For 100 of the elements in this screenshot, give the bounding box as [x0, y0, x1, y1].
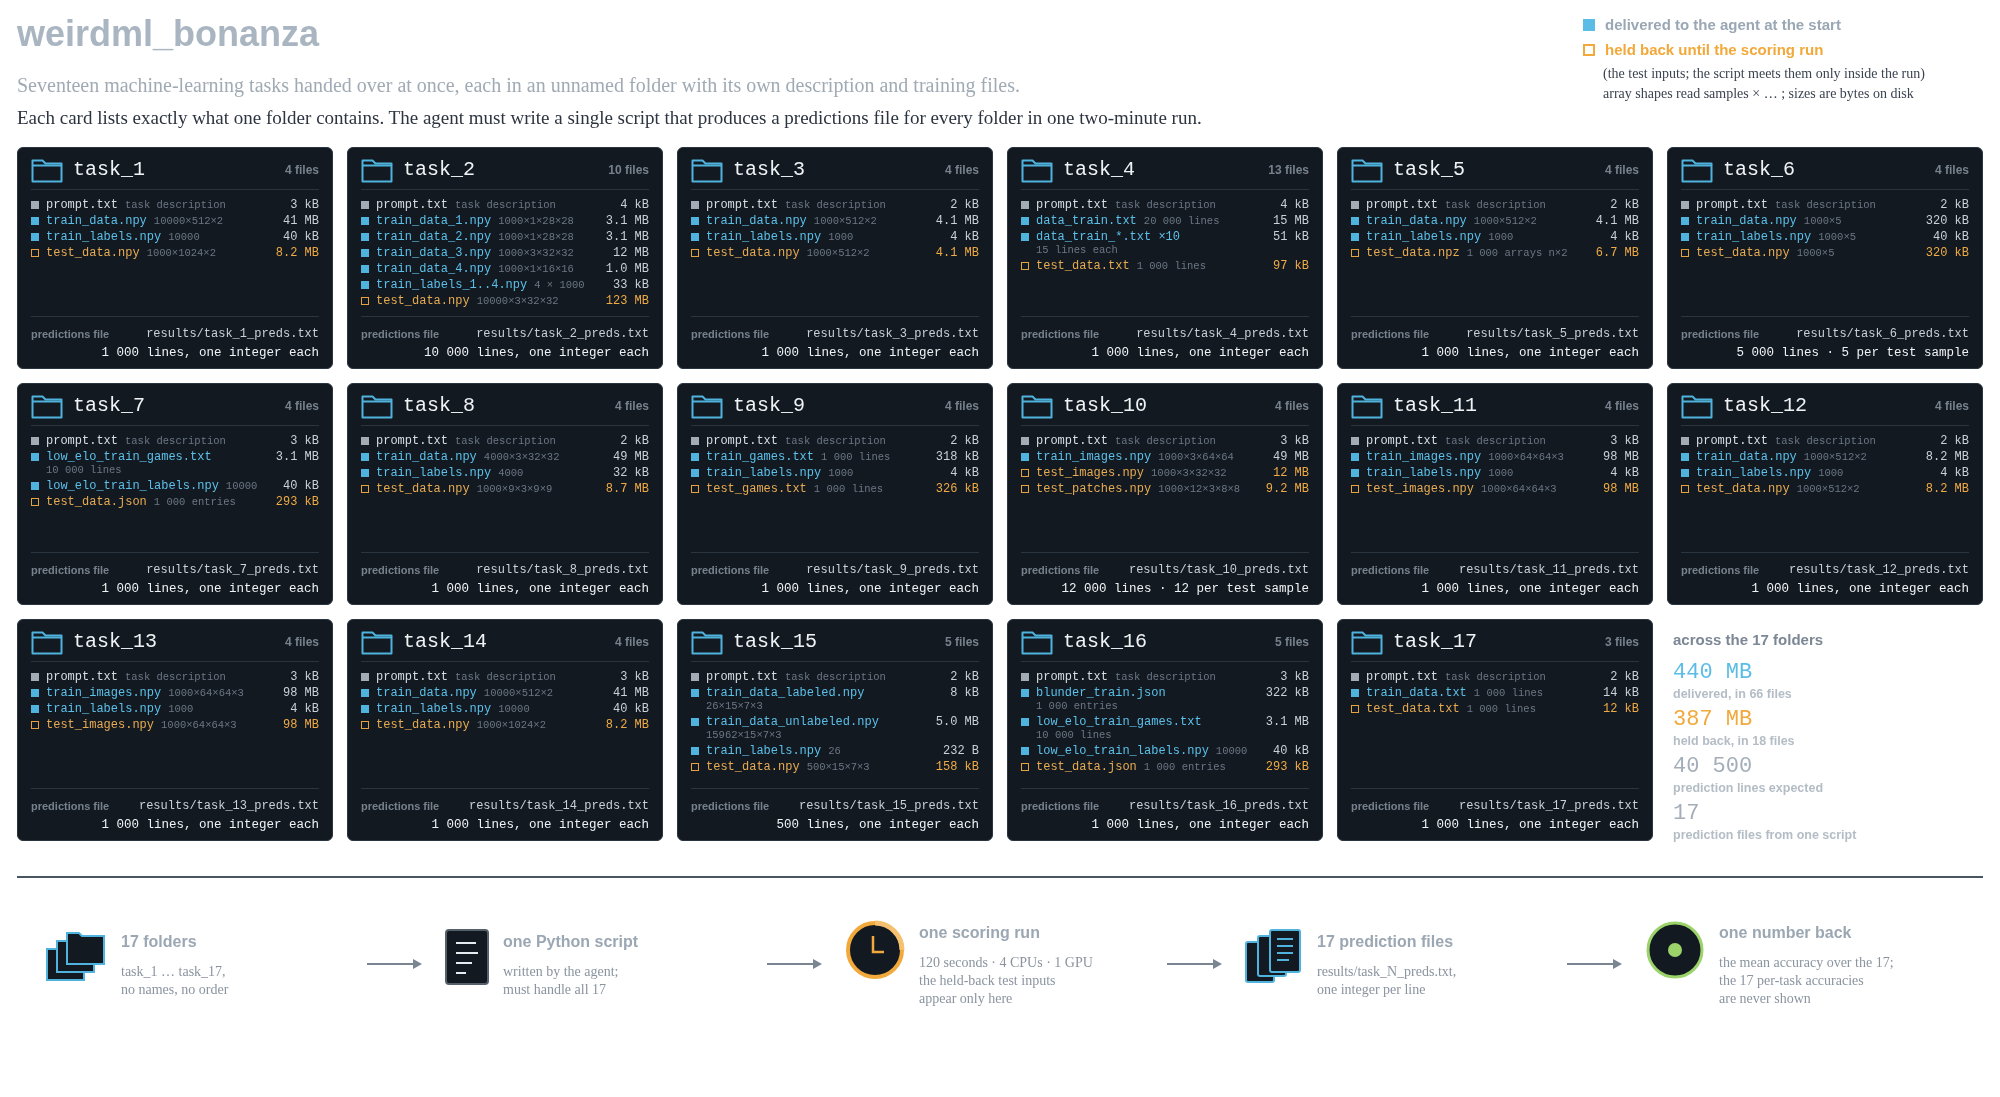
- file-note: 1000×64×64×3: [1481, 482, 1557, 495]
- file-size: 41 MB: [612, 684, 649, 701]
- square-icon: [361, 436, 369, 445]
- folder-name: task_1: [73, 158, 145, 182]
- square-icon: [361, 248, 369, 257]
- file-name: train_labels.npy: [706, 229, 822, 244]
- file-size: 4 kB: [289, 700, 319, 717]
- predictions-path: results/task_9_preds.txt: [806, 562, 979, 577]
- file-size: 4 kB: [1609, 228, 1639, 245]
- square-icon: [361, 280, 369, 289]
- predictions-lines: 1 000 lines, one integer each: [760, 345, 979, 360]
- file-note: 10000: [168, 230, 200, 243]
- predictions-path: results/task_10_preds.txt: [1128, 562, 1309, 577]
- file-note: 1000×3×32×32: [1151, 466, 1227, 479]
- file-name: train_data.npy: [706, 213, 807, 228]
- file-size: 3 kB: [1609, 432, 1639, 449]
- file-name: test_data.npy: [1696, 481, 1790, 496]
- file-size: 293 kB: [1264, 758, 1309, 775]
- file-size: 40 kB: [612, 700, 649, 717]
- stat-label: delivered, in 66 files: [1673, 686, 1793, 701]
- folder-name: task_17: [1393, 630, 1477, 654]
- square-icon: [691, 232, 699, 241]
- predictions-label: predictions file: [691, 563, 770, 576]
- square-icon: [31, 216, 39, 225]
- step-title: one number back: [1719, 923, 1853, 942]
- predictions-lines: 500 lines, one integer each: [775, 817, 979, 832]
- predictions-label: predictions file: [1681, 563, 1760, 576]
- file-count: 4 files: [944, 162, 979, 177]
- file-name: low_elo_train_games.txt: [1036, 714, 1202, 729]
- file-note: task description: [785, 198, 886, 211]
- predictions-label: predictions file: [1021, 563, 1100, 576]
- outline-square-icon: [1021, 762, 1029, 771]
- file-name: test_data.npz: [1366, 245, 1460, 260]
- folder-name: task_10: [1063, 394, 1147, 418]
- folder-name: task_11: [1393, 394, 1477, 418]
- predictions-path: results/task_17_preds.txt: [1458, 798, 1639, 813]
- file-note: task description: [1115, 434, 1216, 447]
- file-size: 12 MB: [612, 244, 649, 261]
- file-note: task description: [1775, 198, 1876, 211]
- document-icon: [445, 928, 489, 985]
- outline-square-icon: [1583, 43, 1595, 56]
- square-icon: [1681, 436, 1689, 445]
- predictions-lines: 1 000 lines, one integer each: [100, 817, 319, 832]
- file-size: 40 kB: [1272, 742, 1309, 759]
- file-name: prompt.txt: [46, 433, 118, 448]
- predictions-label: predictions file: [1351, 563, 1430, 576]
- square-icon: [361, 232, 369, 241]
- file-name: train_labels.npy: [706, 465, 822, 480]
- outline-square-icon: [691, 248, 699, 257]
- square-icon: [1681, 200, 1689, 209]
- folder-name: task_2: [403, 158, 475, 182]
- file-size: 326 kB: [934, 480, 979, 497]
- file-name: train_images.npy: [46, 685, 162, 700]
- step-title: one Python script: [503, 932, 639, 951]
- file-note: 1000×64×64×3: [168, 686, 244, 699]
- outline-square-icon: [1021, 468, 1029, 477]
- file-note: 1 000 lines: [821, 450, 891, 463]
- file-size: 2 kB: [619, 432, 649, 449]
- file-name: test_images.npy: [1366, 481, 1475, 496]
- file-name: test_images.npy: [46, 717, 155, 732]
- square-icon: [1021, 672, 1029, 681]
- file-name: train_data_2.npy: [376, 229, 492, 244]
- file-size: 5.0 MB: [934, 713, 979, 730]
- file-note: task description: [125, 198, 226, 211]
- file-name: train_data.npy: [1696, 449, 1797, 464]
- file-size: 33 kB: [612, 276, 649, 293]
- file-size: 3.1 MB: [604, 212, 649, 229]
- file-name: prompt.txt: [1366, 197, 1438, 212]
- file-count: 4 files: [1934, 398, 1969, 413]
- square-icon: [31, 200, 39, 209]
- file-name: test_data.json: [1036, 759, 1137, 774]
- file-size: 2 kB: [949, 432, 979, 449]
- file-count: 10 files: [608, 162, 649, 177]
- file-note: 1000×3×64×64: [1158, 450, 1234, 463]
- clock-icon: [845, 919, 905, 980]
- file-name: train_labels.npy: [376, 701, 492, 716]
- file-name: test_data.npy: [46, 245, 140, 260]
- stat-value: 17: [1673, 802, 1701, 825]
- file-size: 98 MB: [282, 684, 319, 701]
- file-name: prompt.txt: [1696, 433, 1768, 448]
- step-description: 120 seconds · 4 CPUs · 1 GPU the held-back test inputs appear only here: [919, 953, 1093, 1008]
- square-icon: [1021, 717, 1029, 726]
- outline-square-icon: [1021, 261, 1029, 270]
- square-icon: [1351, 216, 1359, 225]
- file-note: task description: [1445, 670, 1546, 683]
- square-icon: [1351, 452, 1359, 461]
- predictions-label: predictions file: [361, 563, 440, 576]
- file-note: 1000×512×2: [1803, 450, 1867, 463]
- file-size: 32 kB: [612, 464, 649, 481]
- file-note: 4 × 1000: [534, 278, 585, 291]
- file-note: task description: [1445, 434, 1546, 447]
- file-size: 97 kB: [1272, 257, 1309, 274]
- file-note: task description: [1445, 198, 1546, 211]
- file-note: 1 000 arrays n×2: [1466, 246, 1568, 259]
- file-size: 12 MB: [1272, 464, 1309, 481]
- folder-name: task_15: [733, 630, 817, 654]
- file-count: 4 files: [284, 398, 319, 413]
- step-description: written by the agent; must handle all 17: [503, 962, 620, 999]
- file-name: prompt.txt: [706, 433, 778, 448]
- file-size: 8.2 MB: [274, 244, 319, 261]
